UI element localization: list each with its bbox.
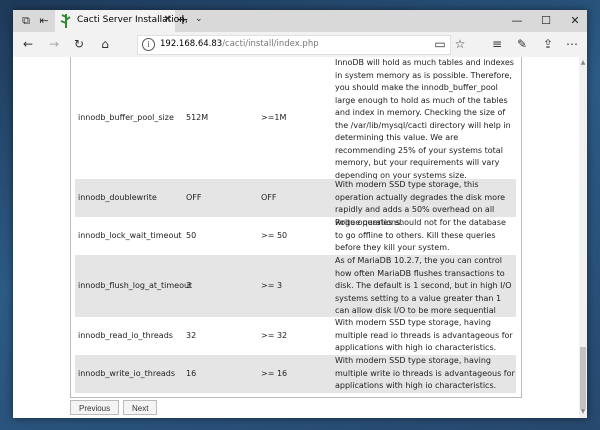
site-info-icon[interactable]: i (142, 38, 155, 51)
current-value: 50 (186, 231, 197, 240)
table-row: innodb_doublewrite OFF OFF With modern S… (75, 179, 516, 227)
table-row: innodb_write_io_threads 16 >= 16 With mo… (75, 355, 516, 393)
page-scrollbar[interactable]: ▲ ▼ (579, 57, 587, 418)
scroll-thumb[interactable] (580, 347, 586, 409)
previous-button[interactable]: Previous (70, 400, 120, 415)
web-notes-icon[interactable]: ✎ (515, 37, 529, 51)
recommended-value: >= 3 (261, 281, 283, 290)
current-value: 3 (186, 281, 192, 290)
forward-icon[interactable]: → (47, 37, 61, 51)
setting-name: innodb_flush_log_at_timeout (78, 281, 193, 290)
minimize-icon[interactable]: — (510, 14, 524, 27)
hub-icon[interactable]: ≡ (490, 37, 504, 51)
address-toolbar: ← → ↻ ⌂ i 192.168.64.83/cacti/install/in… (13, 32, 587, 58)
tab-strip: ⧉ ⇤ Cacti Server Installation, ✕ + ⌄ — ☐… (13, 10, 587, 32)
more-icon[interactable]: ⋯ (565, 37, 579, 51)
setting-name: innodb_lock_wait_timeout (78, 231, 182, 240)
share-icon[interactable]: ⇪ (541, 37, 555, 51)
home-icon[interactable]: ⌂ (98, 37, 112, 51)
recommended-value: >=1M (261, 113, 287, 122)
current-value: OFF (186, 193, 202, 202)
current-value: 32 (186, 331, 197, 340)
page-content: innodb_buffer_pool_size 512M >=1M InnoDB… (13, 57, 587, 418)
setting-name: innodb_buffer_pool_size (78, 113, 174, 122)
table-row: innodb_flush_log_at_timeout 3 >= 3 As of… (75, 255, 516, 317)
address-bar[interactable]: i 192.168.64.83/cacti/install/index.php (137, 35, 451, 55)
recommended-value: OFF (261, 193, 277, 202)
url-text: 192.168.64.83/cacti/install/index.php (160, 39, 319, 49)
tab-close-icon[interactable]: ✕ (164, 14, 172, 25)
reading-view-icon[interactable]: ▭ (433, 37, 447, 51)
new-tab-icon[interactable]: + (177, 12, 189, 28)
setting-description: Rogue queries should not for the databas… (335, 218, 506, 252)
refresh-icon[interactable]: ↻ (72, 37, 86, 51)
setting-name: innodb_read_io_threads (78, 331, 173, 340)
scroll-down-icon[interactable]: ▼ (579, 408, 587, 416)
recommended-value: >= 32 (261, 331, 288, 340)
current-value: 512M (186, 113, 209, 122)
tabs-aside-icon[interactable]: ⇤ (37, 14, 51, 28)
setting-name: innodb_write_io_threads (78, 369, 176, 378)
setting-description: InnoDB will hold as much tables and inde… (335, 58, 514, 180)
setting-description: As of MariaDB 10.2.7, the you can contro… (335, 256, 512, 315)
back-icon[interactable]: ← (21, 37, 35, 51)
recommended-value: >= 16 (261, 369, 288, 378)
tab-actions-icon[interactable]: ⧉ (19, 14, 33, 28)
install-panel: innodb_buffer_pool_size 512M >=1M InnoDB… (70, 57, 522, 398)
current-value: 16 (186, 369, 197, 378)
next-button[interactable]: Next (123, 400, 158, 415)
maximize-icon[interactable]: ☐ (539, 14, 553, 27)
table-row: innodb_buffer_pool_size 512M >=1M InnoDB… (75, 57, 516, 180)
window-close-icon[interactable]: ✕ (568, 14, 582, 27)
scroll-up-icon[interactable]: ▲ (579, 59, 587, 67)
setting-description: With modern SSD type storage, having mul… (335, 318, 513, 352)
browser-tab[interactable]: Cacti Server Installation, ✕ (55, 10, 188, 32)
setting-description: With modern SSD type storage, having mul… (335, 356, 515, 390)
setting-name: innodb_doublewrite (78, 193, 157, 202)
cacti-favicon-icon (60, 14, 71, 28)
favorite-star-icon[interactable]: ☆ (453, 37, 467, 51)
browser-window: ⧉ ⇤ Cacti Server Installation, ✕ + ⌄ — ☐… (13, 10, 587, 418)
table-row: innodb_read_io_threads 32 >= 32 With mod… (75, 317, 516, 355)
table-row: innodb_lock_wait_timeout 50 >= 50 Rogue … (75, 217, 516, 255)
tab-dropdown-icon[interactable]: ⌄ (195, 14, 203, 24)
recommended-value: >= 50 (261, 231, 288, 240)
